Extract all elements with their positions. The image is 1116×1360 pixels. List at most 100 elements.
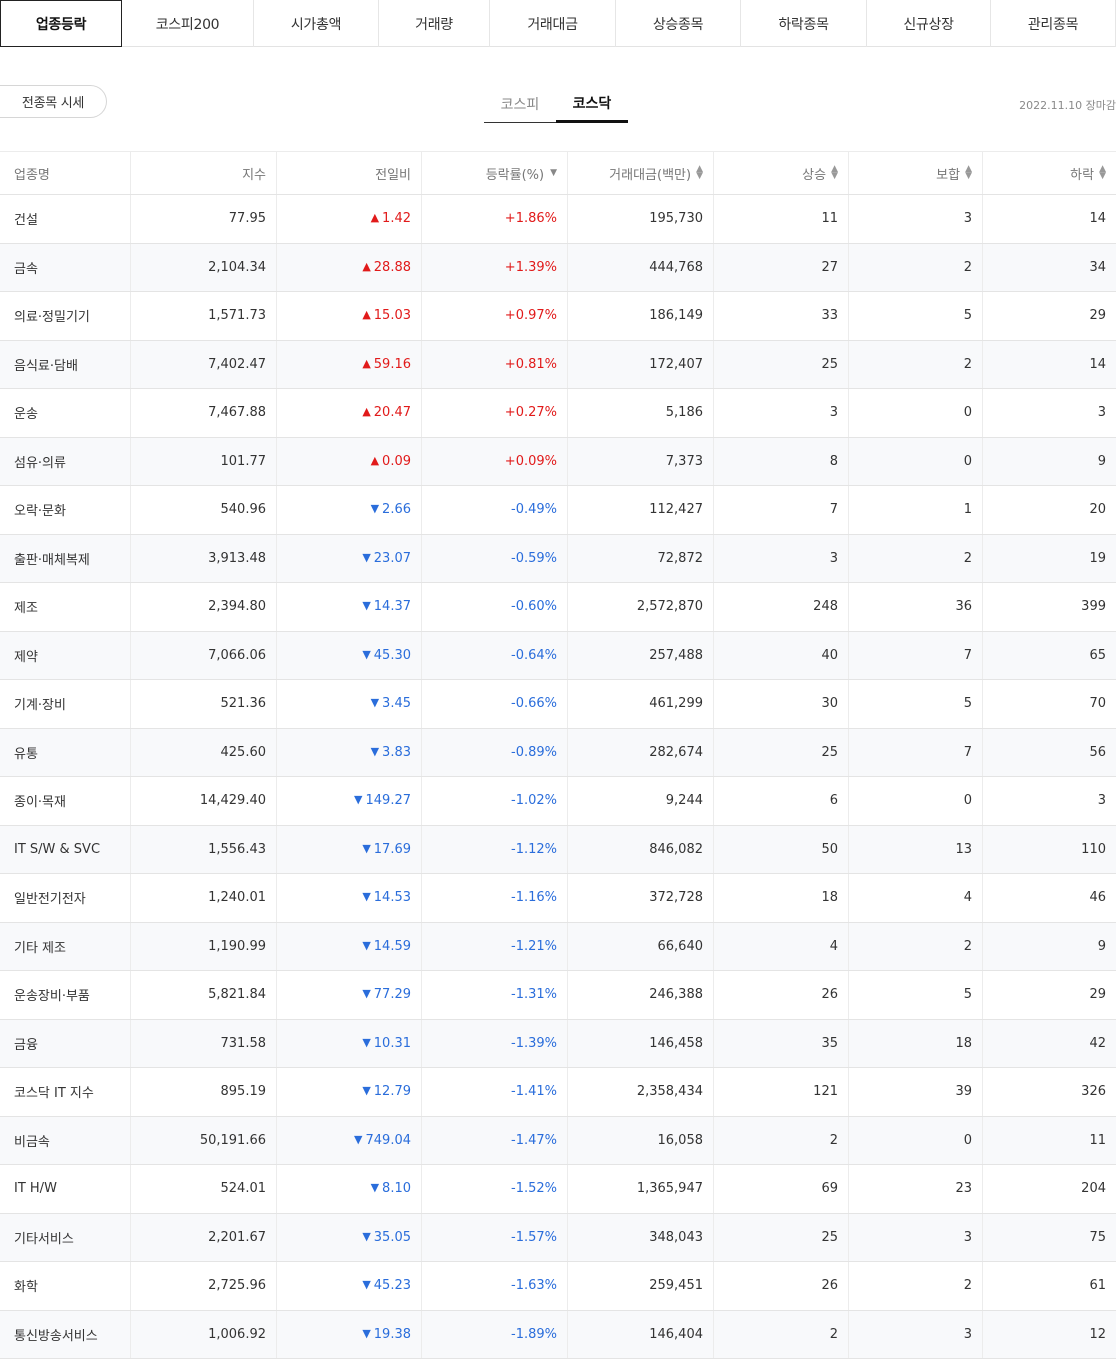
sector-name-link[interactable]: 기타서비스 <box>14 1228 74 1247</box>
sector-name-link[interactable]: 비금속 <box>14 1131 50 1150</box>
sector-name-link[interactable]: 오락·문화 <box>14 500 66 519</box>
sector-name[interactable]: 운송 <box>0 389 131 437</box>
sector-name-link[interactable]: 금속 <box>14 258 38 277</box>
table-row[interactable]: 기타서비스 2,201.67 ▼ 35.05 -1.57% 348,043 25 3 75 <box>0 1213 1116 1262</box>
table-row[interactable]: 비금속 50,191.66 ▼ 749.04 -1.47% 16,058 2 0 11 <box>0 1116 1116 1165</box>
sector-name[interactable]: 금융 <box>0 1019 131 1067</box>
table-row[interactable]: 운송 7,467.88 ▲ 20.47 +0.27% 5,186 3 0 3 <box>0 389 1116 438</box>
sector-name-link[interactable]: 유통 <box>14 743 38 762</box>
sector-name[interactable]: 코스닥 IT 지수 <box>0 1068 131 1116</box>
sector-name-link[interactable]: 출판·매체복제 <box>14 549 90 568</box>
header-amount-sort[interactable]: 거래대금(백만) ▲ ▼ <box>568 152 714 194</box>
table-row[interactable]: 오락·문화 540.96 ▼ 2.66 -0.49% 112,427 7 1 20 <box>0 486 1116 535</box>
tab-new-listings[interactable]: 신규상장 <box>867 0 991 47</box>
sector-name-link[interactable]: 운송 <box>14 403 38 422</box>
sector-name-link[interactable]: 의료·정밀기기 <box>14 306 90 325</box>
sector-name-link[interactable]: 제약 <box>14 646 38 665</box>
tab-market-cap[interactable]: 시가총액 <box>254 0 379 47</box>
table-row[interactable]: 건설 77.95 ▲ 1.42 +1.86% 195,730 11 3 14 <box>0 195 1116 244</box>
sector-name[interactable]: 기타 제조 <box>0 922 131 970</box>
sector-name[interactable]: 화학 <box>0 1262 131 1310</box>
table-row[interactable]: 통신방송서비스 1,006.92 ▼ 19.38 -1.89% 146,404 2 3 12 <box>0 1310 1116 1359</box>
sector-name-link[interactable]: 제조 <box>14 597 38 616</box>
sector-name[interactable]: 비금속 <box>0 1116 131 1164</box>
sector-name-link[interactable]: 일반전기전자 <box>14 888 86 907</box>
table-row[interactable]: 음식료·담배 7,402.47 ▲ 59.16 +0.81% 172,407 25 2 14 <box>0 340 1116 389</box>
table-row[interactable]: IT S/W & SVC 1,556.43 ▼ 17.69 -1.12% 846,082 5… <box>0 825 1116 874</box>
tab-falling-stocks[interactable]: 하락종목 <box>741 0 867 47</box>
sector-name[interactable]: 기타서비스 <box>0 1213 131 1261</box>
sector-name-link[interactable]: IT H/W <box>14 1181 57 1196</box>
sector-name-link[interactable]: 코스닥 IT 지수 <box>14 1082 94 1101</box>
table-row[interactable]: 운송장비·부품 5,821.84 ▼ 77.29 -1.31% 246,388 26 5 29 <box>0 971 1116 1020</box>
sector-name-link[interactable]: 운송장비·부품 <box>14 985 90 1004</box>
tab-rising-stocks[interactable]: 상승종목 <box>616 0 741 47</box>
change-value: ▼ 17.69 <box>277 825 422 873</box>
sector-name[interactable]: 기계·장비 <box>0 680 131 728</box>
table-row[interactable]: 섬유·의류 101.77 ▲ 0.09 +0.09% 7,373 8 0 9 <box>0 437 1116 486</box>
sector-name[interactable]: 음식료·담배 <box>0 340 131 388</box>
sector-name[interactable]: 섬유·의류 <box>0 437 131 485</box>
sector-name[interactable]: 출판·매체복제 <box>0 534 131 582</box>
table-row[interactable]: 제조 2,394.80 ▼ 14.37 -0.60% 2,572,870 248 36 399 <box>0 583 1116 632</box>
sector-name[interactable]: 의료·정밀기기 <box>0 292 131 340</box>
sector-name[interactable]: 일반전기전자 <box>0 874 131 922</box>
sector-name-link[interactable]: 금융 <box>14 1034 38 1053</box>
sector-name[interactable]: 금속 <box>0 243 131 291</box>
change-value: ▲ 59.16 <box>277 340 422 388</box>
sort-icon: ▲ ▼ <box>696 164 703 181</box>
header-rise-sort[interactable]: 상승 ▲ ▼ <box>714 152 849 194</box>
table-row[interactable]: 의료·정밀기기 1,571.73 ▲ 15.03 +0.97% 186,149 33 5 29 <box>0 292 1116 341</box>
index-value: 895.19 <box>131 1068 277 1116</box>
sector-name-link[interactable]: 종이·목재 <box>14 791 66 810</box>
tab-volume[interactable]: 거래량 <box>379 0 490 47</box>
change-rate: -0.60% <box>422 583 568 631</box>
table-row[interactable]: IT H/W 524.01 ▼ 8.10 -1.52% 1,365,947 69 23 204 <box>0 1165 1116 1214</box>
change-amount: 8.10 <box>382 1181 411 1197</box>
header-fall-sort[interactable]: 하락 ▲ ▼ <box>983 152 1116 194</box>
table-row[interactable]: 출판·매체복제 3,913.48 ▼ 23.07 -0.59% 72,872 3 2 19 <box>0 534 1116 583</box>
table-row[interactable]: 제약 7,066.06 ▼ 45.30 -0.64% 257,488 40 7 65 <box>0 631 1116 680</box>
table-row[interactable]: 기계·장비 521.36 ▼ 3.45 -0.66% 461,299 30 5 70 <box>0 680 1116 729</box>
sector-name-link[interactable]: 기계·장비 <box>14 694 66 713</box>
tab-kospi[interactable]: 코스피 <box>484 85 556 123</box>
tab-sector-change[interactable]: 업종등락 <box>0 0 122 47</box>
all-stocks-price-button[interactable]: 전종목 시세 <box>0 85 107 118</box>
tab-kosdaq[interactable]: 코스닥 <box>556 85 628 123</box>
header-rate-sort[interactable]: 등락률(%) ▼ <box>422 152 568 194</box>
table-row[interactable]: 금융 731.58 ▼ 10.31 -1.39% 146,458 35 18 42 <box>0 1019 1116 1068</box>
tab-managed-stocks[interactable]: 관리종목 <box>991 0 1116 47</box>
table-row[interactable]: 화학 2,725.96 ▼ 45.23 -1.63% 259,451 26 2 61 <box>0 1262 1116 1311</box>
sector-name-link[interactable]: 기타 제조 <box>14 937 66 956</box>
sector-name[interactable]: 종이·목재 <box>0 777 131 825</box>
index-value: 524.01 <box>131 1165 277 1213</box>
falling-count: 9 <box>1097 453 1106 469</box>
table-row[interactable]: 기타 제조 1,190.99 ▼ 14.59 -1.21% 66,640 4 2 9 <box>0 922 1116 971</box>
table-row[interactable]: 일반전기전자 1,240.01 ▼ 14.53 -1.16% 372,728 18 4 46 <box>0 874 1116 923</box>
sector-name[interactable]: 유통 <box>0 728 131 776</box>
table-row[interactable]: 금속 2,104.34 ▲ 28.88 +1.39% 444,768 27 2 34 <box>0 243 1116 292</box>
sector-name[interactable]: IT H/W <box>0 1165 131 1213</box>
sector-name-link[interactable]: 음식료·담배 <box>14 355 78 374</box>
sector-name[interactable]: 제약 <box>0 631 131 679</box>
arrow-down-icon: ▼ <box>362 1229 371 1243</box>
header-flat-sort[interactable]: 보합 ▲ ▼ <box>849 152 983 194</box>
tab-trading-value[interactable]: 거래대금 <box>490 0 616 47</box>
sector-name[interactable]: IT S/W & SVC <box>0 825 131 873</box>
sector-name-link[interactable]: 건설 <box>14 209 38 228</box>
sector-name[interactable]: 운송장비·부품 <box>0 971 131 1019</box>
sector-name-link[interactable]: IT S/W & SVC <box>14 842 100 857</box>
sector-name-link[interactable]: 화학 <box>14 1276 38 1295</box>
sector-name[interactable]: 건설 <box>0 195 131 243</box>
flat-count: 0 <box>849 1116 983 1164</box>
sector-name[interactable]: 제조 <box>0 583 131 631</box>
tab-kospi200[interactable]: 코스피200 <box>122 0 254 47</box>
table-row[interactable]: 코스닥 IT 지수 895.19 ▼ 12.79 -1.41% 2,358,434 121 3… <box>0 1068 1116 1117</box>
index-value: 77.95 <box>131 195 277 243</box>
sector-name[interactable]: 오락·문화 <box>0 486 131 534</box>
table-row[interactable]: 종이·목재 14,429.40 ▼ 149.27 -1.02% 9,244 6 0 3 <box>0 777 1116 826</box>
table-row[interactable]: 유통 425.60 ▼ 3.83 -0.89% 282,674 25 7 56 <box>0 728 1116 777</box>
sector-name[interactable]: 통신방송서비스 <box>0 1310 131 1358</box>
sector-name-link[interactable]: 섬유·의류 <box>14 452 66 471</box>
sector-name-link[interactable]: 통신방송서비스 <box>14 1325 98 1344</box>
